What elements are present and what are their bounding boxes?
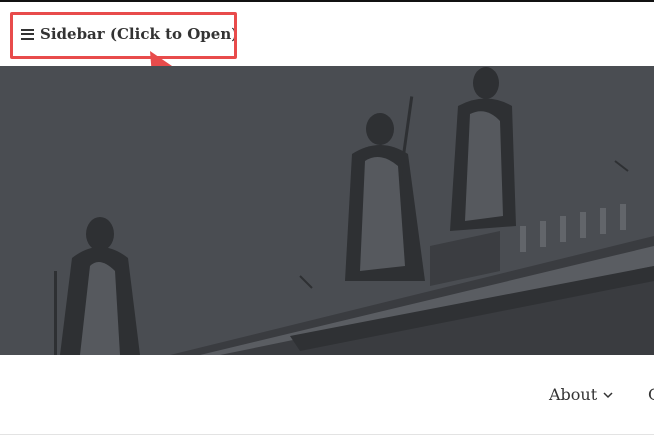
hamburger-menu-icon [21,28,34,40]
nav-item-about[interactable]: About [549,385,613,404]
site-header: Sidebar (Click to Open) [0,2,654,66]
sidebar-toggle-button[interactable]: Sidebar (Click to Open) [21,23,238,45]
nav-divider [0,434,654,435]
sidebar-toggle-label: Sidebar (Click to Open) [40,25,239,43]
statues-illustration [0,66,654,355]
nav-item-next[interactable]: C [648,385,654,404]
hero-image [0,66,654,355]
nav-item-about-label: About [549,385,598,404]
main-navigation: About C [0,355,654,435]
chevron-down-icon [603,391,613,398]
